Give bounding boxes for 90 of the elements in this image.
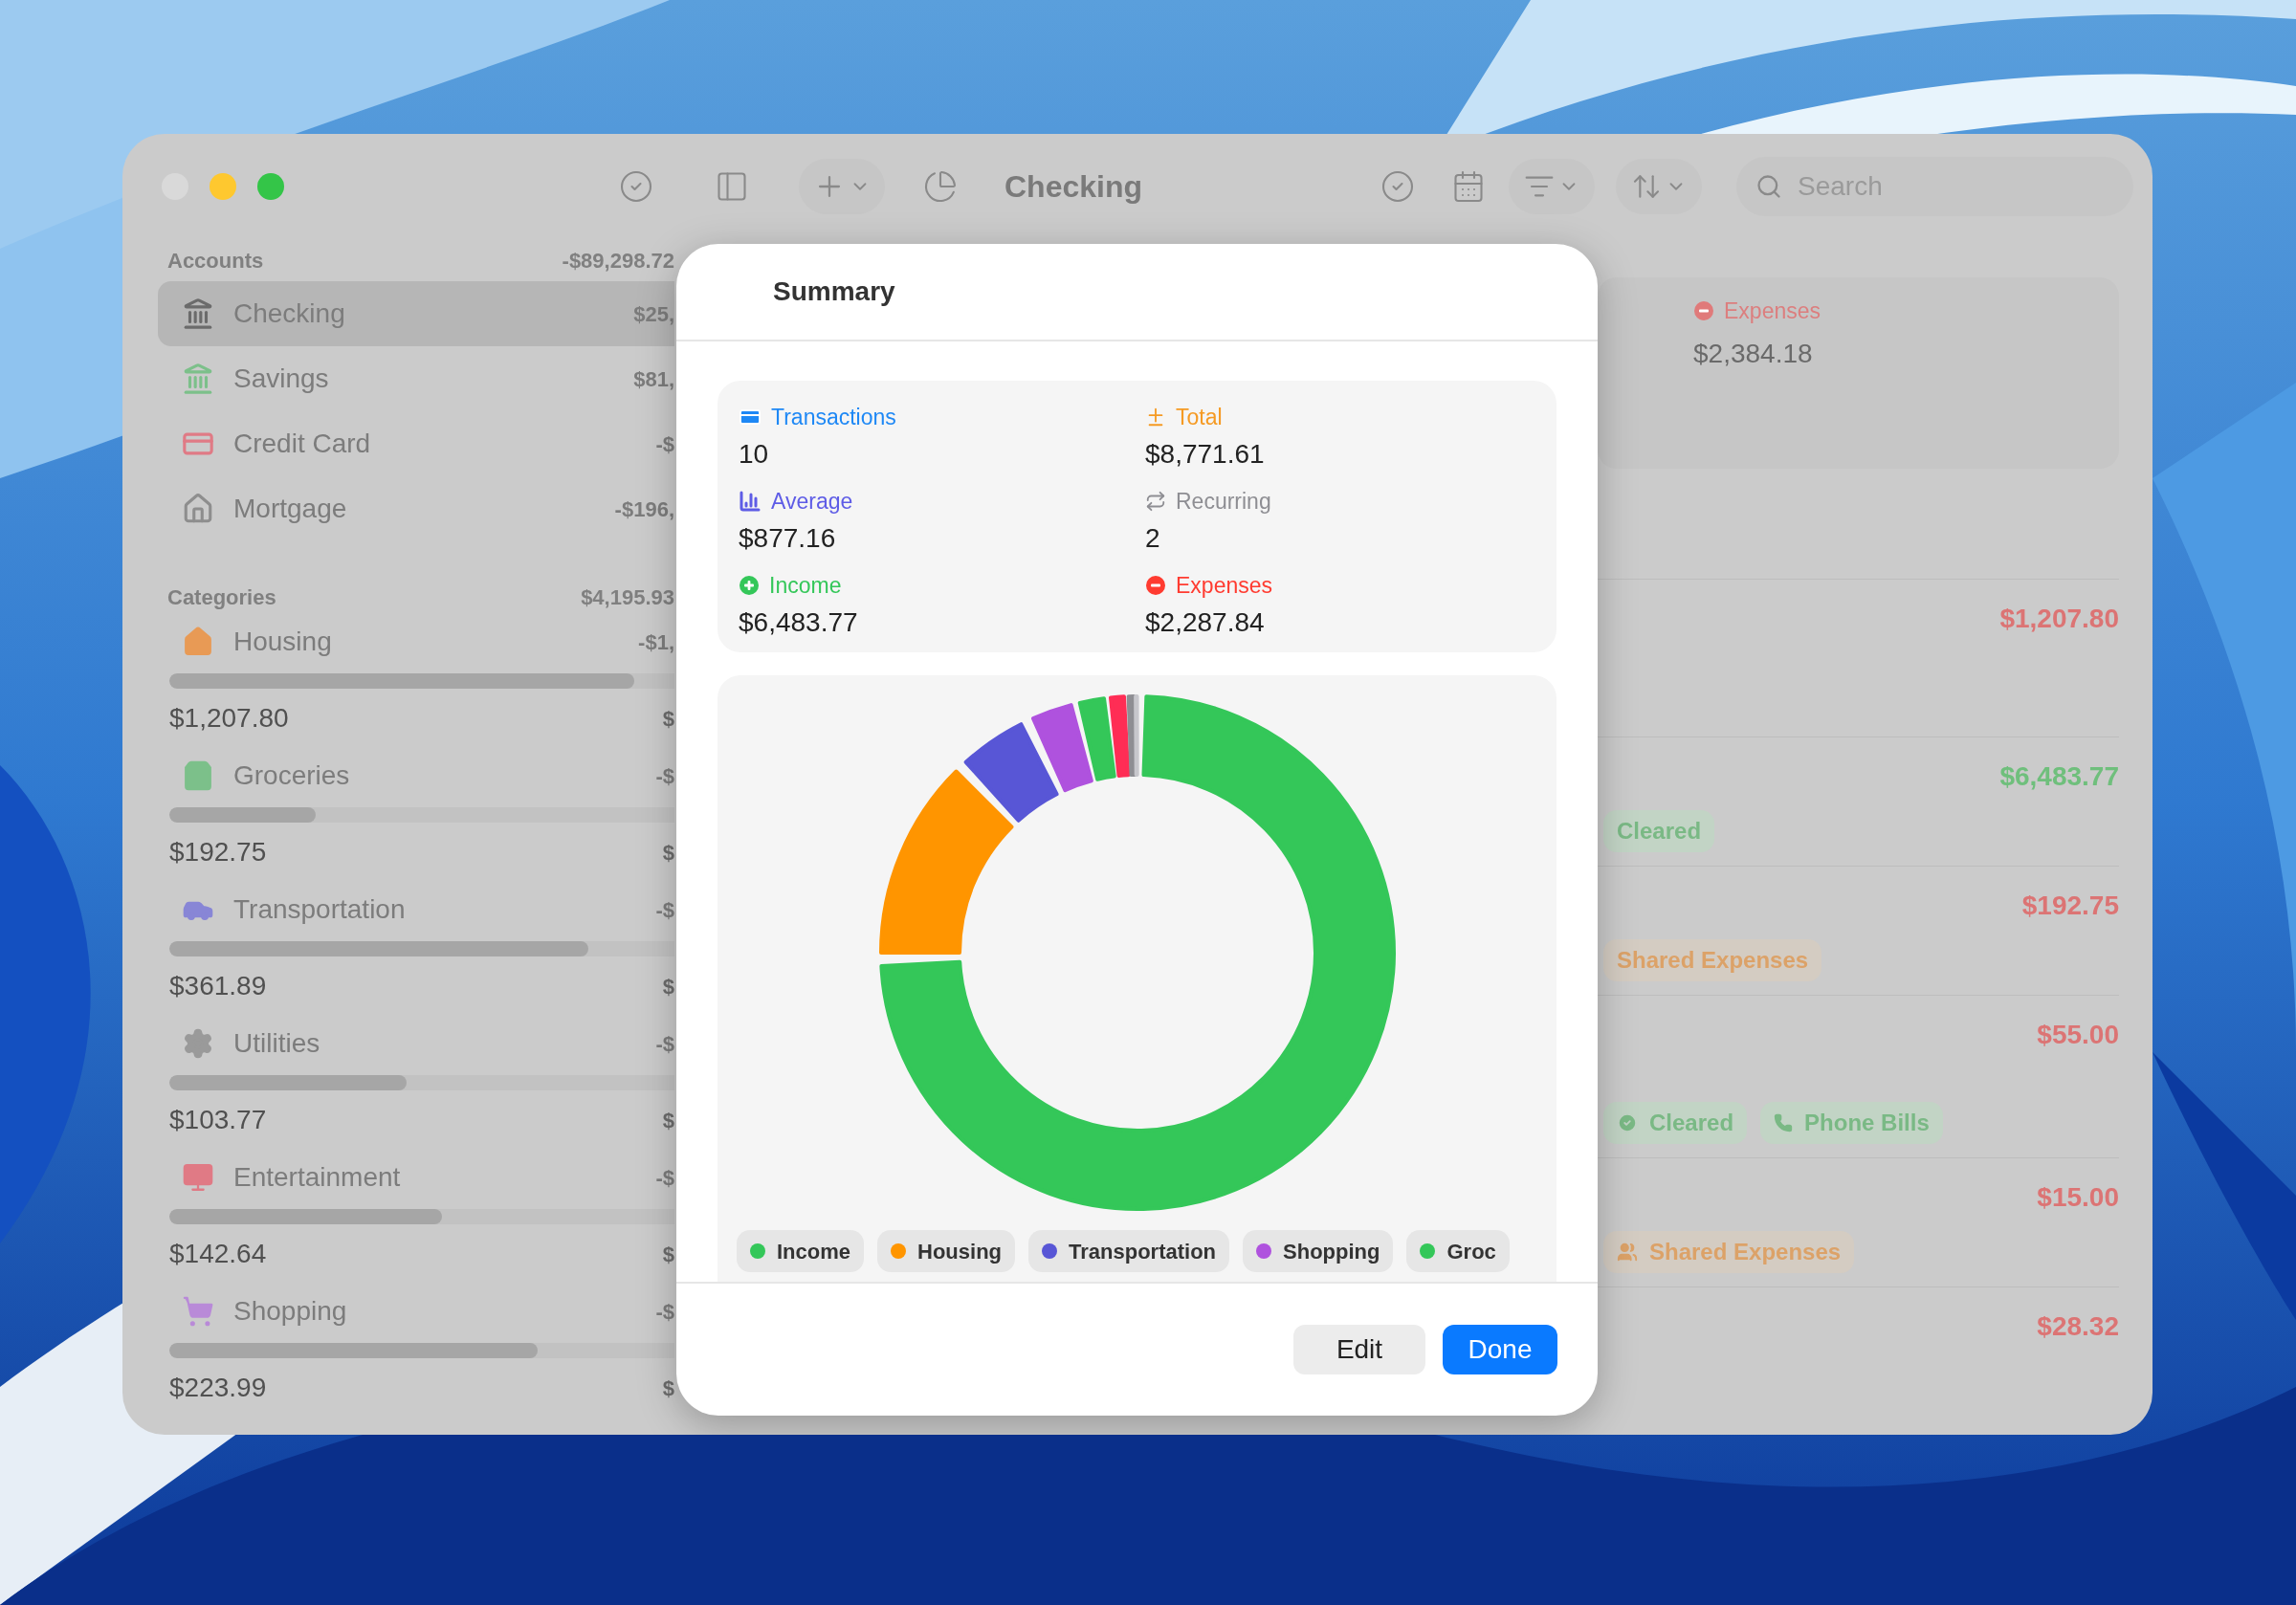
legend-label: Housing	[917, 1238, 1003, 1265]
section-total: -$89,298.72	[562, 247, 674, 275]
check-circle-icon	[1617, 1112, 1638, 1133]
zoom-button[interactable]	[257, 173, 284, 200]
account-item[interactable]: Checking $25,	[158, 281, 674, 346]
account-name: Savings	[233, 363, 329, 395]
category-amount: -$	[655, 1298, 674, 1326]
account-item[interactable]: Mortgage -$196,	[158, 476, 674, 541]
sheet-title: Summary	[773, 275, 895, 308]
tag-label: Shared Expenses	[1649, 1238, 1842, 1266]
stat-label: Expenses	[1176, 571, 1272, 600]
search-icon	[1755, 173, 1782, 200]
account-name: Checking	[233, 297, 345, 330]
done-button[interactable]: Done	[1443, 1325, 1557, 1374]
transaction-amount: $28.32	[2037, 1310, 2119, 1343]
stat-value: $8,771.61	[1145, 438, 1265, 471]
budget-amount: $	[662, 1241, 674, 1268]
checkmark-circle-icon[interactable]	[619, 169, 653, 204]
tag-label: Cleared	[1617, 817, 1702, 846]
stat-value: 10	[739, 438, 769, 471]
transaction-amount: $55.00	[2037, 1019, 2119, 1051]
account-amount: -$196,	[614, 495, 674, 523]
category-name[interactable]: Transportation	[233, 890, 406, 930]
budget-amount: $	[662, 1374, 674, 1402]
people-icon	[1617, 1242, 1638, 1263]
repeat-icon	[1145, 491, 1166, 512]
section-header: Accounts	[167, 247, 264, 275]
budget-amount: $	[662, 839, 674, 867]
legend-label: Transportation	[1069, 1238, 1217, 1265]
transaction-amount: $1,207.80	[1999, 603, 2119, 635]
summary-label: Expenses	[1724, 297, 1821, 325]
category-name[interactable]: Utilities	[233, 1023, 320, 1064]
account-name: Credit Card	[233, 428, 371, 460]
tag-label: Phone Bills	[1804, 1109, 1930, 1137]
plus-circle-icon	[739, 575, 760, 596]
bar-chart-icon	[739, 490, 762, 513]
phone-icon	[1774, 1113, 1794, 1132]
category-amount: -$	[655, 1030, 674, 1058]
tag-label: Cleared	[1649, 1109, 1734, 1137]
account-amount: $81,	[633, 365, 674, 393]
stat-label: Total	[1176, 403, 1223, 431]
stat-value: 2	[1145, 522, 1160, 555]
category-amount: -$1,	[638, 628, 674, 656]
spent-amount: $103.77	[169, 1104, 267, 1136]
account-item[interactable]: Savings $81,	[158, 346, 674, 411]
transaction-amount: $15.00	[2037, 1181, 2119, 1214]
category-name[interactable]: Housing	[233, 622, 332, 662]
account-name: Mortgage	[233, 493, 347, 525]
calendar-icon[interactable]	[1451, 169, 1486, 204]
summary-value: $2,384.18	[1693, 337, 1813, 370]
transaction-amount: $6,483.77	[1999, 760, 2119, 793]
account-item[interactable]: Credit Card -$	[158, 411, 674, 476]
edit-button[interactable]: Edit	[1293, 1325, 1425, 1374]
spent-amount: $142.64	[169, 1238, 267, 1270]
budget-amount: $	[662, 1107, 674, 1134]
budget-amount: $	[662, 705, 674, 733]
legend-label: Groc	[1446, 1238, 1496, 1265]
transaction-amount: $192.75	[2021, 890, 2119, 922]
category-amount: -$	[655, 1164, 674, 1192]
stat-label: Average	[771, 487, 853, 516]
account-amount: -$	[655, 430, 674, 458]
minus-circle-icon	[1145, 575, 1166, 596]
stat-label: Transactions	[771, 403, 896, 431]
section-total: $4,195.93	[581, 583, 674, 611]
stat-value: $877.16	[739, 522, 836, 555]
sidebar-toggle-icon[interactable]	[715, 169, 749, 204]
spent-amount: $192.75	[169, 836, 267, 868]
minimize-button[interactable]	[210, 173, 236, 200]
stat-label: Income	[769, 571, 842, 600]
category-amount: -$	[655, 896, 674, 924]
pie-chart-icon[interactable]	[923, 169, 958, 204]
stat-value: $2,287.84	[1145, 606, 1265, 639]
legend-label: Income	[777, 1238, 851, 1265]
stat-label: Recurring	[1176, 487, 1271, 516]
category-name[interactable]: Groceries	[233, 756, 350, 796]
stat-value: $6,483.77	[739, 606, 858, 639]
minus-circle-icon	[1693, 300, 1714, 322]
tag-label: Shared Expenses	[1617, 946, 1809, 975]
category-name[interactable]: Shopping	[233, 1291, 347, 1331]
spent-amount: $1,207.80	[169, 702, 289, 735]
spent-amount: $223.99	[169, 1372, 267, 1404]
legend-label: Shopping	[1283, 1238, 1380, 1265]
section-header: Categories	[167, 583, 276, 611]
budget-amount: $	[662, 973, 674, 1000]
spent-amount: $361.89	[169, 970, 267, 1002]
account-amount: $25,	[633, 300, 674, 328]
category-name[interactable]: Entertainment	[233, 1157, 401, 1198]
checkmark-circle-icon[interactable]	[1380, 169, 1415, 204]
category-amount: -$	[655, 762, 674, 790]
window-title: Checking	[1004, 168, 1143, 206]
